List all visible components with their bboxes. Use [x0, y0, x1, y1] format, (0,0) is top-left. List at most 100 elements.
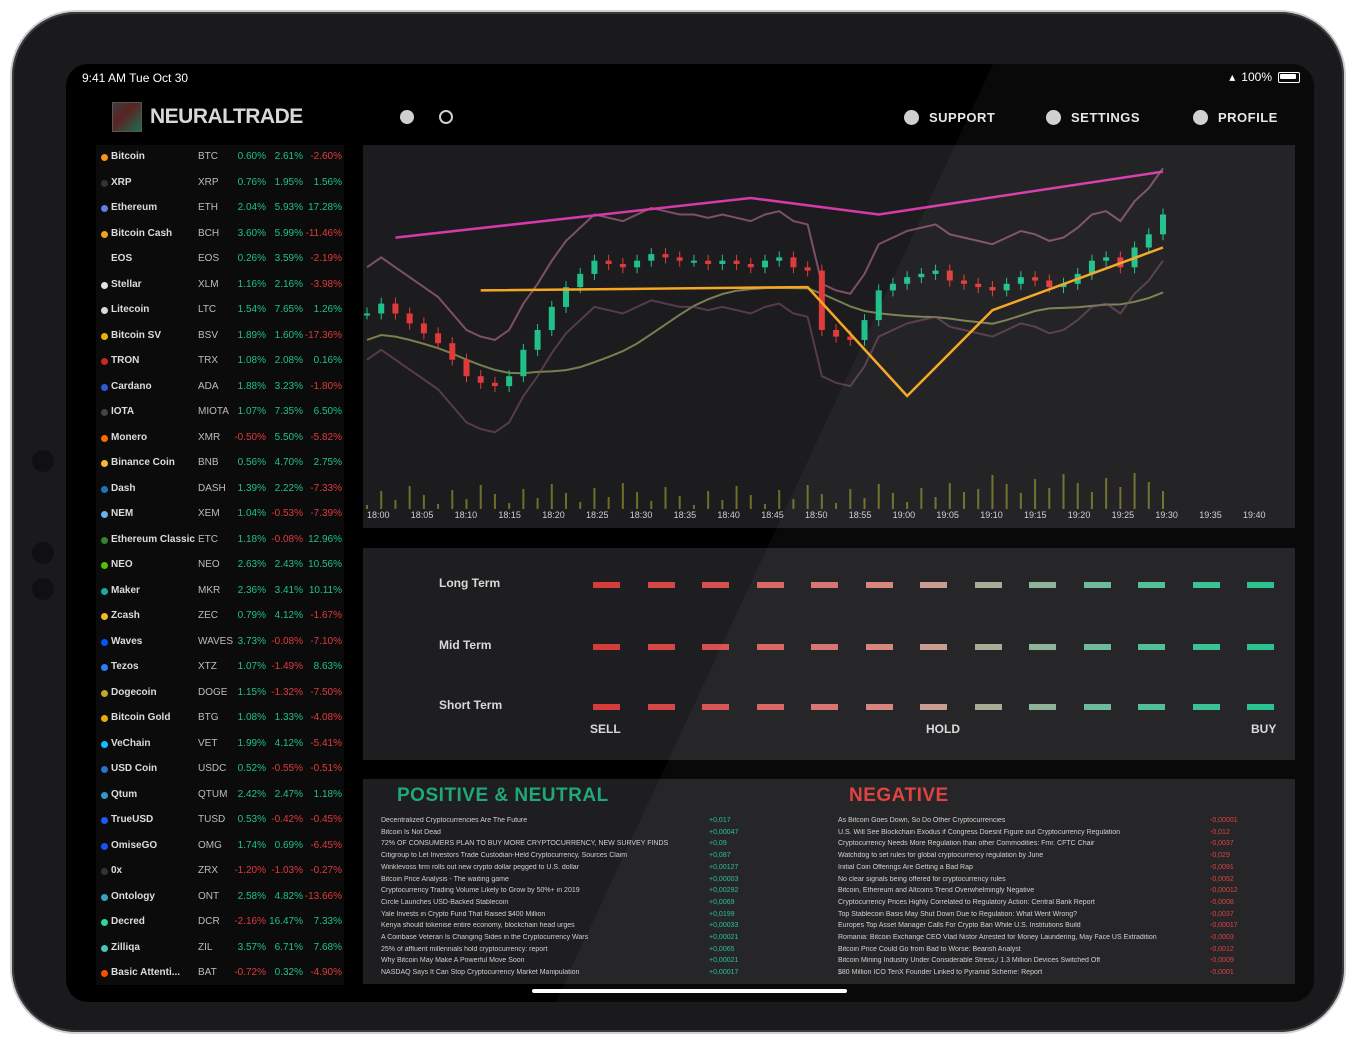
ticker-row[interactable]: Monero XMR -0.50% 5.50% -5.82% — [96, 426, 344, 451]
news-headline[interactable]: Romania: Bitcoin Exchange CEO Vlad Nisto… — [838, 934, 1198, 941]
ticker-row[interactable]: XRP XRP 0.76% 1.95% 1.56% — [96, 171, 344, 196]
news-headline[interactable]: Cryptocurrency Trading Volume Likely to … — [381, 887, 706, 894]
news-headline[interactable]: 72% OF CONSUMERS PLAN TO BUY MORE CRYPTO… — [381, 840, 706, 847]
price-chart[interactable]: 18:00 18:05 18:10 18:15 18:20 18:25 18:30 18:35… — [363, 145, 1295, 528]
ticker-row[interactable]: Maker MKR 2.36% 3.41% 10.11% — [96, 579, 344, 604]
news-headline[interactable]: A Coinbase Veteran Is Changing Sides in … — [381, 934, 706, 941]
signal-segment — [920, 582, 947, 588]
candle-body — [762, 260, 768, 268]
news-headline[interactable]: No clear signals being offered for crypt… — [838, 876, 1198, 883]
coin-symbol: ZIL — [198, 941, 213, 953]
volume-bar — [1048, 488, 1051, 509]
ticker-row[interactable]: Dash DASH 1.39% 2.22% -7.33% — [96, 477, 344, 502]
change-3: -1.80% — [310, 380, 342, 392]
news-headline[interactable]: Top Stablecoin Basis May Shut Down Due t… — [838, 911, 1198, 918]
ticker-row[interactable]: Bitcoin Gold BTG 1.08% 1.33% -4.08% — [96, 706, 344, 731]
ticker-row[interactable]: Tezos XTZ 1.07% -1.49% 8.63% — [96, 655, 344, 680]
ticker-row[interactable]: Binance Coin BNB 0.56% 4.70% 2.75% — [96, 451, 344, 476]
news-headline[interactable]: Bitcoin Mining Industry Under Considerab… — [838, 957, 1198, 964]
ticker-row[interactable]: TRON TRX 1.08% 2.08% 0.16% — [96, 349, 344, 374]
ticker-row[interactable]: TrueUSD TUSD 0.53% -0.42% -0.45% — [96, 808, 344, 833]
volume-bar — [1162, 491, 1164, 509]
nav-support-label: SUPPORT — [929, 110, 996, 125]
candle-body — [833, 330, 840, 337]
news-headline[interactable]: NASDAQ Says It Can Stop Cryptocurrency M… — [381, 969, 706, 976]
ticker-row[interactable]: Ethereum Classic ETC 1.18% -0.08% 12.96% — [96, 528, 344, 553]
ticker-row[interactable]: NEO NEO 2.63% 2.43% 10.56% — [96, 553, 344, 578]
news-headline[interactable]: Bitcoin Price Analysis - The waiting gam… — [381, 876, 706, 883]
candle-body — [989, 287, 996, 291]
change-3: -5.41% — [310, 737, 342, 749]
ticker-row[interactable]: 0x ZRX -1.20% -1.03% -0.27% — [96, 859, 344, 884]
volume-bar — [849, 489, 852, 509]
news-headline[interactable]: Bitcoin Price Could Go from Bad to Worse… — [838, 946, 1198, 953]
gauge-icon[interactable] — [439, 110, 453, 124]
change-2: 0.32% — [274, 967, 303, 978]
coin-icon — [101, 613, 108, 620]
ticker-row[interactable]: NEM XEM 1.04% -0.53% -7.39% — [96, 502, 344, 527]
coin-name: Cardano — [111, 380, 152, 392]
news-headline[interactable]: Bitcoin Is Not Dead — [381, 829, 706, 836]
ticker-row[interactable]: OmiseGO OMG 1.74% 0.69% -6.45% — [96, 834, 344, 859]
ticker-row[interactable]: Qtum QTUM 2.42% 2.47% 1.18% — [96, 783, 344, 808]
change-3: 1.18% — [313, 788, 342, 800]
ticker-row[interactable]: Zilliqa ZIL 3.57% 6.71% 7.68% — [96, 936, 344, 961]
news-headline[interactable]: U.S. Will See Blockchain Exodus if Congr… — [838, 829, 1198, 836]
nav-settings[interactable]: SETTINGS — [1046, 110, 1140, 125]
nav-support[interactable]: SUPPORT — [904, 110, 995, 125]
ticker-row[interactable]: Waves WAVES 3.73% -0.08% -7.10% — [96, 630, 344, 655]
ticker-row[interactable]: Ontology ONT 2.58% 4.82% -13.66% — [96, 885, 344, 910]
news-headline[interactable]: As Bitcoin Goes Down, So Do Other Crypto… — [838, 817, 1198, 824]
ticker-row[interactable]: Ethereum ETH 2.04% 5.93% 17.28% — [96, 196, 344, 221]
ticker-row[interactable]: Stellar XLM 1.16% 2.16% -3.98% — [96, 273, 344, 298]
ticker-row[interactable]: USD Coin USDC 0.52% -0.55% -0.51% — [96, 757, 344, 782]
ticker-row[interactable]: IOTA MIOTA 1.07% 7.35% 6.50% — [96, 400, 344, 425]
news-headline[interactable]: $80 Million ICO TenX Founder Linked to P… — [838, 969, 1198, 976]
news-headline[interactable]: Cryptocurrency Needs More Regulation tha… — [838, 840, 1198, 847]
news-headline[interactable]: Yale Invests in Crypto Fund That Raised … — [381, 911, 706, 918]
news-headline[interactable]: Why Bitcoin May Make A Powerful Move Soo… — [381, 957, 706, 964]
news-headline[interactable]: Kenya should tokenise entire economy, bl… — [381, 922, 706, 929]
change-1: 1.16% — [237, 278, 266, 290]
ticker-row[interactable]: Decred DCR -2.16% 16.47% 7.33% — [96, 910, 344, 935]
rocket-icon[interactable] — [400, 110, 414, 124]
news-headline[interactable]: Winklevoss firm rolls out new crypto dol… — [381, 864, 706, 871]
ticker-row[interactable]: Bitcoin BTC 0.60% 2.61% -2.60% — [96, 145, 344, 170]
news-headline[interactable]: Cryptocurrency Prices Highly Correlated … — [838, 899, 1198, 906]
ticker-row[interactable]: Litecoin LTC 1.54% 7.65% 1.26% — [96, 298, 344, 323]
ticker-row[interactable]: Bitcoin SV BSV 1.89% 1.60% -17.36% — [96, 324, 344, 349]
change-1: -0.50% — [234, 431, 266, 443]
news-score: -0,029 — [1210, 852, 1230, 860]
side-button — [32, 578, 54, 600]
volume-bar — [906, 502, 909, 509]
ticker-row[interactable]: Zcash ZEC 0.79% 4.12% -1.67% — [96, 604, 344, 629]
ticker-row[interactable]: Basic Attenti... BAT -0.72% 0.32% -4.90% — [96, 961, 344, 986]
news-headline[interactable]: Bitcoin, Ethereum and Altcoins Trend Ove… — [838, 887, 1198, 894]
nav-profile[interactable]: PROFILE — [1193, 110, 1278, 125]
news-headline[interactable]: Citigroup to Let Investors Trade Custodi… — [381, 852, 706, 859]
ticker-row[interactable]: Dogecoin DOGE 1.15% -1.32% -7.50% — [96, 681, 344, 706]
ticker-row[interactable]: VeChain VET 1.99% 4.12% -5.41% — [96, 732, 344, 757]
battery-percent: 100% — [1241, 70, 1272, 84]
news-headline[interactable]: Watchdog to set rules for global cryptoc… — [838, 852, 1198, 859]
news-headline[interactable]: Circle Launches USD-Backed Stablecoin — [381, 899, 706, 906]
signal-segment — [702, 644, 729, 650]
news-headline[interactable]: Initial Coin Offerings Are Getting a Bad… — [838, 864, 1198, 871]
signal-segment — [865, 704, 893, 710]
news-headline[interactable]: 25% of affluent millennials hold cryptoc… — [381, 946, 706, 953]
ticker-row[interactable]: EOS EOS 0.26% 3.59% -2.19% — [96, 247, 344, 272]
coin-symbol: ZEC — [198, 610, 218, 621]
coin-name: Qtum — [111, 788, 138, 800]
signal-segment — [811, 704, 838, 710]
change-3: 12.96% — [308, 533, 342, 545]
volume-bar — [1005, 484, 1008, 509]
brand-logo[interactable]: NEURALTRADE — [112, 102, 303, 132]
candle-body — [975, 283, 982, 288]
home-indicator[interactable] — [532, 989, 847, 993]
volume-bar — [678, 496, 681, 509]
logo-icon — [112, 102, 142, 132]
news-headline[interactable]: Decentralized Cryptocurrencies Are The F… — [381, 817, 706, 824]
ticker-row[interactable]: Bitcoin Cash BCH 3.60% 5.99% -11.46% — [96, 222, 344, 247]
news-headline[interactable]: Europes Top Asset Manager Calls For Cryp… — [838, 922, 1198, 929]
ticker-row[interactable]: Cardano ADA 1.88% 3.23% -1.80% — [96, 375, 344, 400]
